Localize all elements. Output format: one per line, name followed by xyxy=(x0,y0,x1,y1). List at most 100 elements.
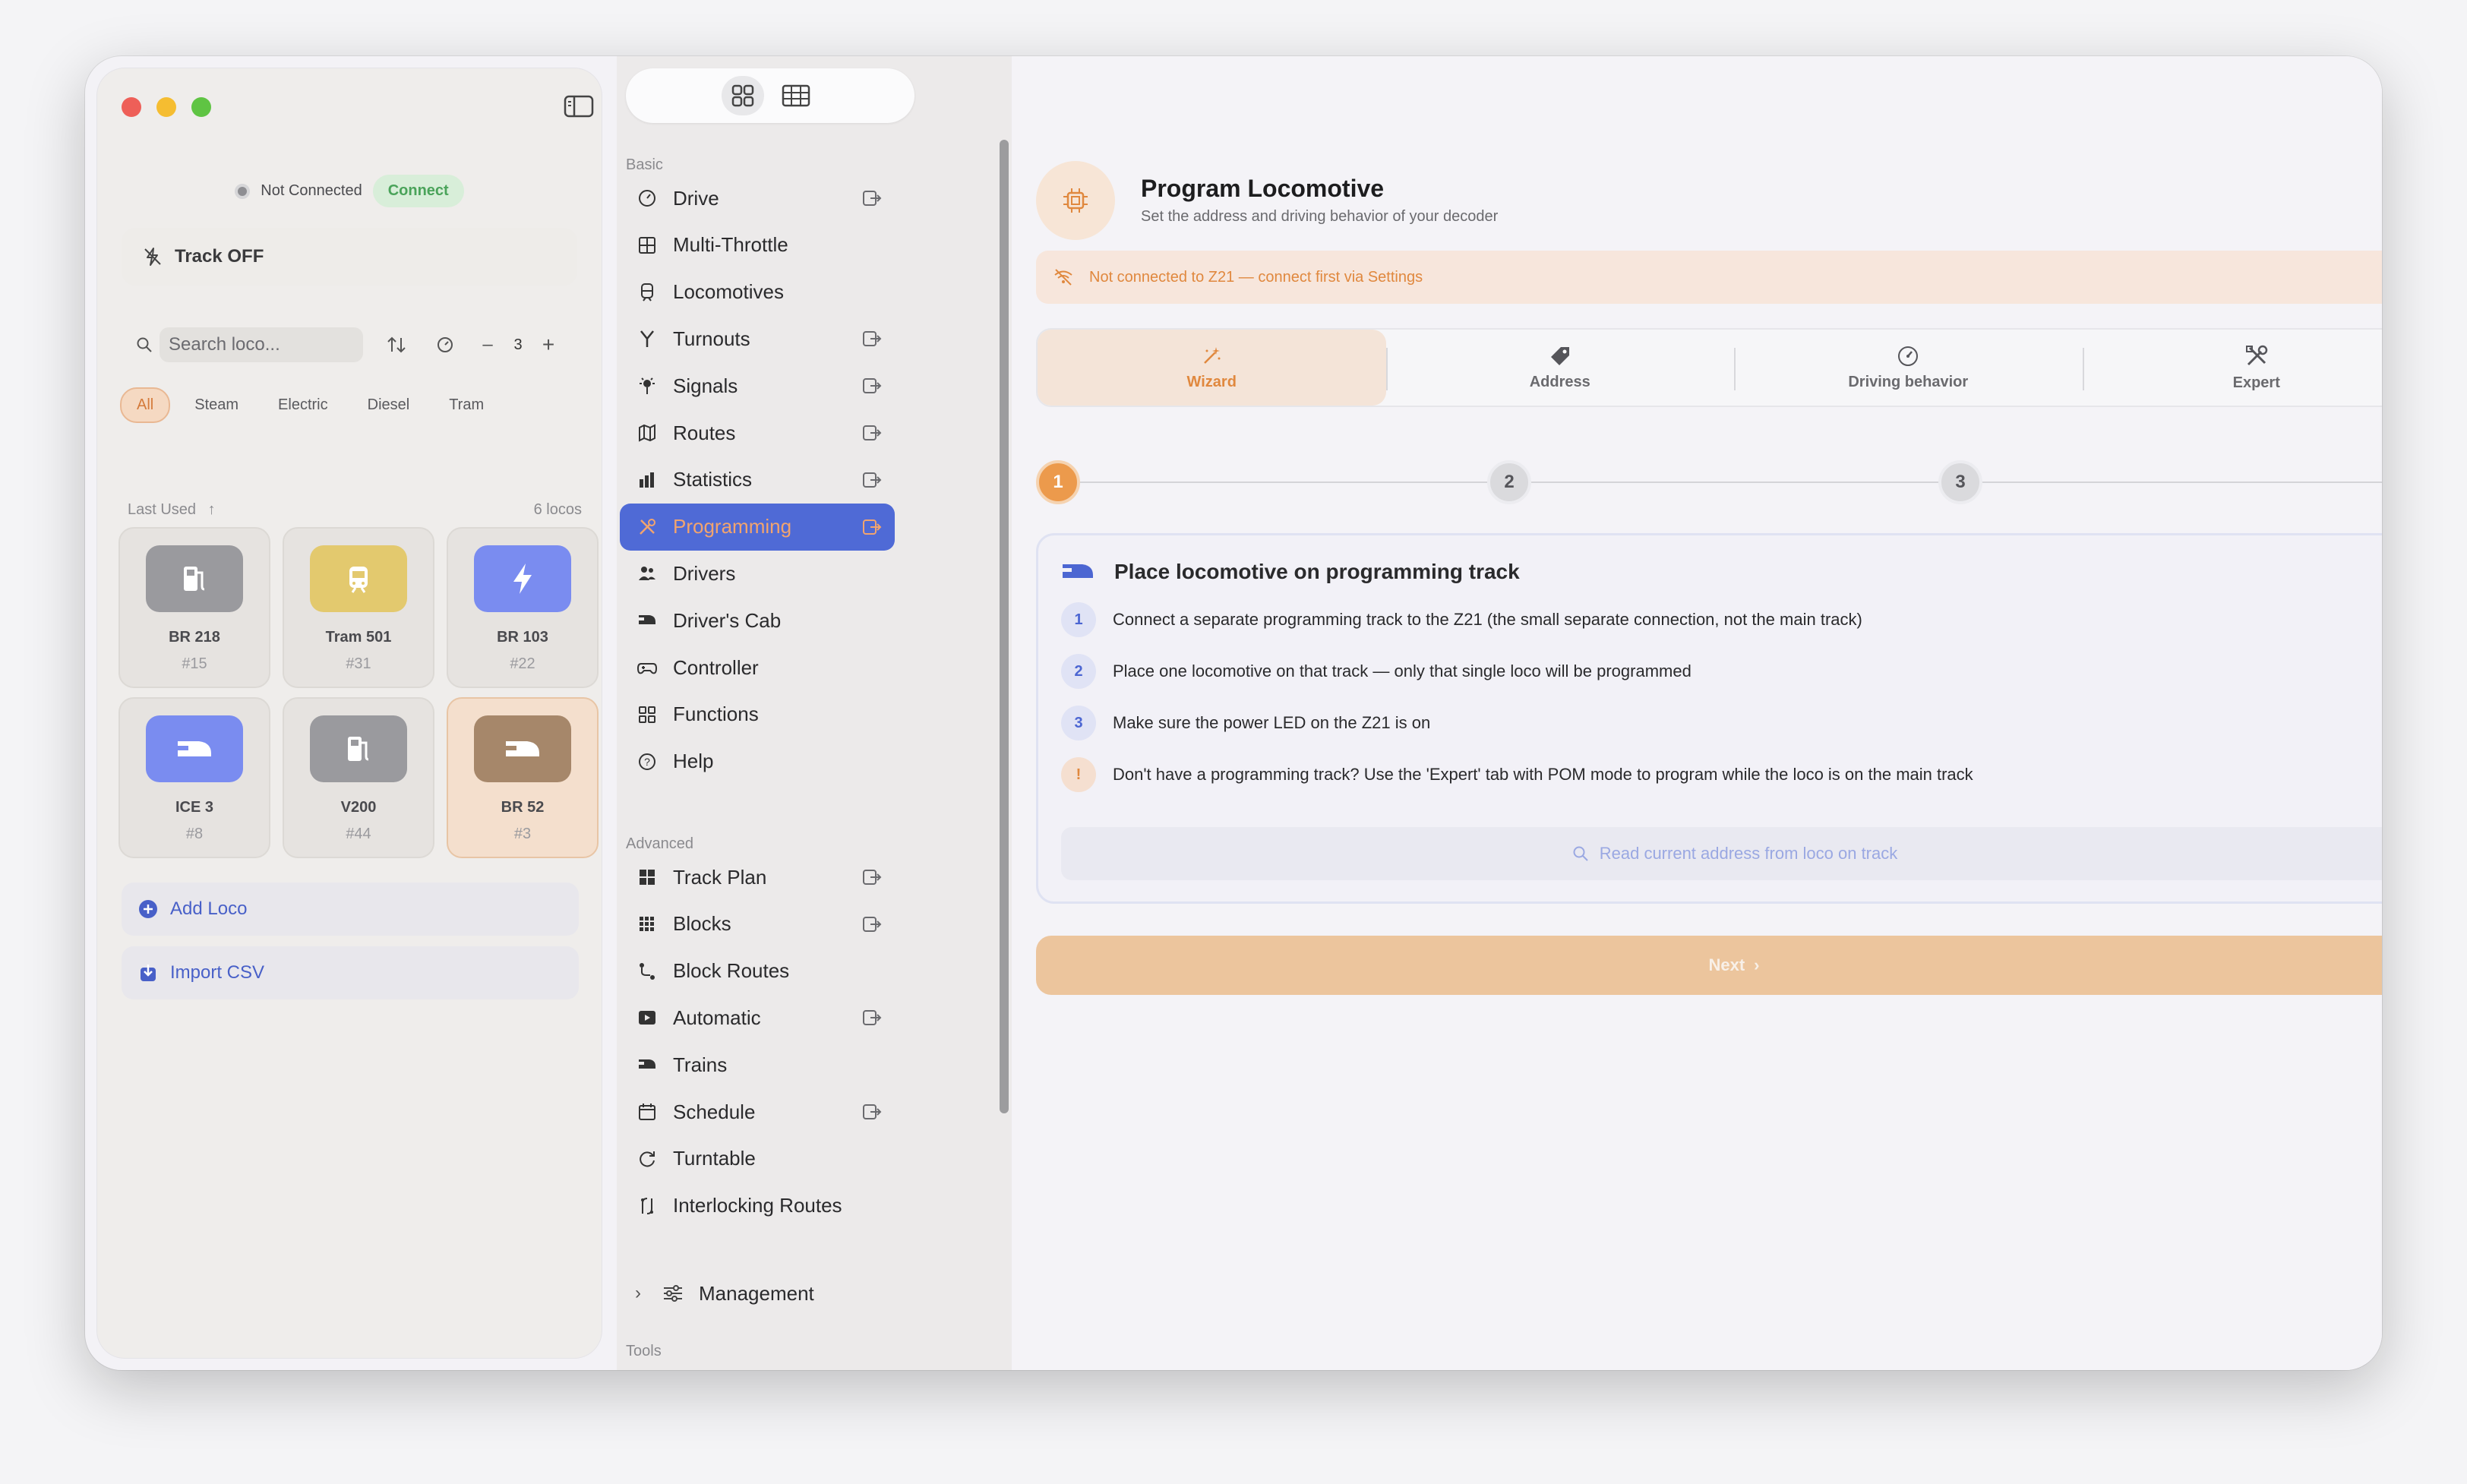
filter-diesel[interactable]: Diesel xyxy=(352,389,425,422)
read-address-button[interactable]: Read current address from loco on track xyxy=(1061,827,2382,880)
tab-driving-behavior[interactable]: Driving behavior xyxy=(1734,330,2083,406)
map-icon xyxy=(635,421,659,445)
last-used-sort[interactable]: Last Used ↑ xyxy=(128,501,216,519)
increase-button[interactable]: + xyxy=(533,330,564,360)
nav-item-drivers[interactable]: Drivers xyxy=(620,550,895,597)
nav-scrollbar[interactable] xyxy=(1000,140,1009,1113)
nav-item-statistics[interactable]: Statistics xyxy=(620,456,895,504)
speedometer-icon xyxy=(1897,345,1919,368)
loco-card[interactable]: Tram 501 #31 xyxy=(283,527,434,688)
search-input[interactable] xyxy=(169,334,363,355)
step-1[interactable]: 1 xyxy=(1036,460,1080,504)
nav-label: Signals xyxy=(673,374,738,397)
loco-number: #3 xyxy=(513,826,532,842)
sort-icon[interactable] xyxy=(381,330,412,360)
nav-item-automatic[interactable]: Automatic xyxy=(620,994,895,1041)
train-icon xyxy=(1061,561,1096,585)
section-basic: Basic xyxy=(626,156,663,173)
decrease-button[interactable]: – xyxy=(472,330,503,360)
minimize-window-button[interactable] xyxy=(156,97,176,117)
filter-steam[interactable]: Steam xyxy=(179,389,254,422)
nav-item-track-plan[interactable]: Track Plan xyxy=(620,854,895,901)
interlock-icon xyxy=(635,1194,659,1218)
speedometer-icon[interactable] xyxy=(430,330,460,360)
connect-button[interactable]: Connect xyxy=(372,175,464,207)
wifi-off-icon xyxy=(1053,268,1074,286)
nav-label: Automatic xyxy=(673,1006,761,1029)
step-2[interactable]: 2 xyxy=(1487,460,1531,504)
next-button[interactable]: Next › xyxy=(1036,936,2382,995)
read-address-label: Read current address from loco on track xyxy=(1599,844,1898,863)
last-used-label: Last Used xyxy=(128,501,197,518)
nav-item-schedule[interactable]: Schedule xyxy=(620,1088,895,1135)
table-view-icon[interactable] xyxy=(775,76,817,115)
instruction-card: Place locomotive on programming track 1 … xyxy=(1036,533,2382,904)
open-in-window-icon[interactable] xyxy=(861,867,883,888)
nav-item-programming[interactable]: Programming xyxy=(620,503,895,551)
filter-tram[interactable]: Tram xyxy=(434,389,499,422)
grid-view-icon[interactable] xyxy=(722,76,764,115)
loco-number: #44 xyxy=(346,826,371,842)
tab-expert[interactable]: Expert xyxy=(2082,330,2383,406)
nav-item-turnouts[interactable]: Turnouts xyxy=(620,315,895,362)
open-in-window-icon[interactable] xyxy=(861,1007,883,1028)
tab-wizard[interactable]: Wizard xyxy=(1038,330,1386,406)
tab-label: Expert xyxy=(2232,374,2280,391)
nav-item-controller[interactable]: Controller xyxy=(620,644,895,691)
nav-item-multi-throttle[interactable]: Multi-Throttle xyxy=(620,222,895,269)
zoom-window-button[interactable] xyxy=(191,97,211,117)
filter-all[interactable]: All xyxy=(120,387,171,423)
loco-card[interactable]: V200 #44 xyxy=(283,697,434,858)
open-in-window-icon[interactable] xyxy=(861,188,883,209)
nav-label: Locomotives xyxy=(673,280,784,304)
nav-item-help[interactable]: ? Help xyxy=(620,738,895,785)
sidebar-toggle-icon[interactable] xyxy=(564,94,594,118)
loco-card[interactable]: ICE 3 #8 xyxy=(118,697,270,858)
loco-card-selected[interactable]: BR 52 #3 xyxy=(447,697,599,858)
loco-card[interactable]: BR 218 #15 xyxy=(118,527,270,688)
instruction-step: 2 Place one locomotive on that track — o… xyxy=(1061,654,1692,689)
tram-icon xyxy=(310,545,407,612)
nav-label: Programming xyxy=(673,515,792,538)
filter-electric[interactable]: Electric xyxy=(263,389,343,422)
loco-name: ICE 3 xyxy=(175,799,214,816)
open-in-window-icon[interactable] xyxy=(861,516,883,538)
tab-divider xyxy=(1385,348,1388,390)
nav-item-routes[interactable]: Routes xyxy=(620,409,895,456)
nav-item-interlocking-routes[interactable]: Interlocking Routes xyxy=(620,1182,895,1230)
tab-address[interactable]: Address xyxy=(1385,330,1735,406)
nav-item-turntable[interactable]: Turntable xyxy=(620,1135,895,1182)
open-in-window-icon[interactable] xyxy=(861,328,883,349)
open-in-window-icon[interactable] xyxy=(861,469,883,491)
track-power-button[interactable]: Track OFF xyxy=(122,228,577,286)
open-in-window-icon[interactable] xyxy=(861,375,883,396)
nav-item-blocks[interactable]: Blocks xyxy=(620,901,895,948)
track-power-label: Track OFF xyxy=(175,246,264,267)
loco-name: BR 52 xyxy=(501,799,545,816)
add-loco-button[interactable]: Add Loco xyxy=(122,883,579,936)
nav-item-locomotives[interactable]: Locomotives xyxy=(620,269,895,316)
tab-divider xyxy=(2082,348,2084,390)
nav-item-signals[interactable]: Signals xyxy=(620,362,895,409)
nav-item-management[interactable]: › Management xyxy=(620,1270,895,1317)
nav-label: Block Routes xyxy=(673,959,790,983)
loco-card[interactable]: BR 103 #22 xyxy=(447,527,599,688)
open-in-window-icon[interactable] xyxy=(861,422,883,444)
nav-label: Drivers xyxy=(673,561,736,585)
nav-item-drive[interactable]: Drive xyxy=(620,175,895,222)
search-field[interactable] xyxy=(160,327,363,362)
step-number: 1 xyxy=(1061,602,1096,637)
programming-tabs: Wizard Address Driving behavior Expert xyxy=(1036,328,2382,407)
nav-label: Trains xyxy=(673,1053,728,1076)
import-csv-button[interactable]: Import CSV xyxy=(122,946,579,999)
bolt-icon xyxy=(474,545,571,612)
nav-item-trains[interactable]: Trains xyxy=(620,1041,895,1088)
nav-item-functions[interactable]: Functions xyxy=(620,691,895,738)
open-in-window-icon[interactable] xyxy=(861,914,883,935)
add-loco-label: Add Loco xyxy=(170,898,248,919)
nav-item-block-routes[interactable]: Block Routes xyxy=(620,948,895,995)
open-in-window-icon[interactable] xyxy=(861,1101,883,1122)
close-window-button[interactable] xyxy=(122,97,141,117)
nav-item-driver-s-cab[interactable]: Driver's Cab xyxy=(620,597,895,644)
step-3[interactable]: 3 xyxy=(1938,460,1982,504)
